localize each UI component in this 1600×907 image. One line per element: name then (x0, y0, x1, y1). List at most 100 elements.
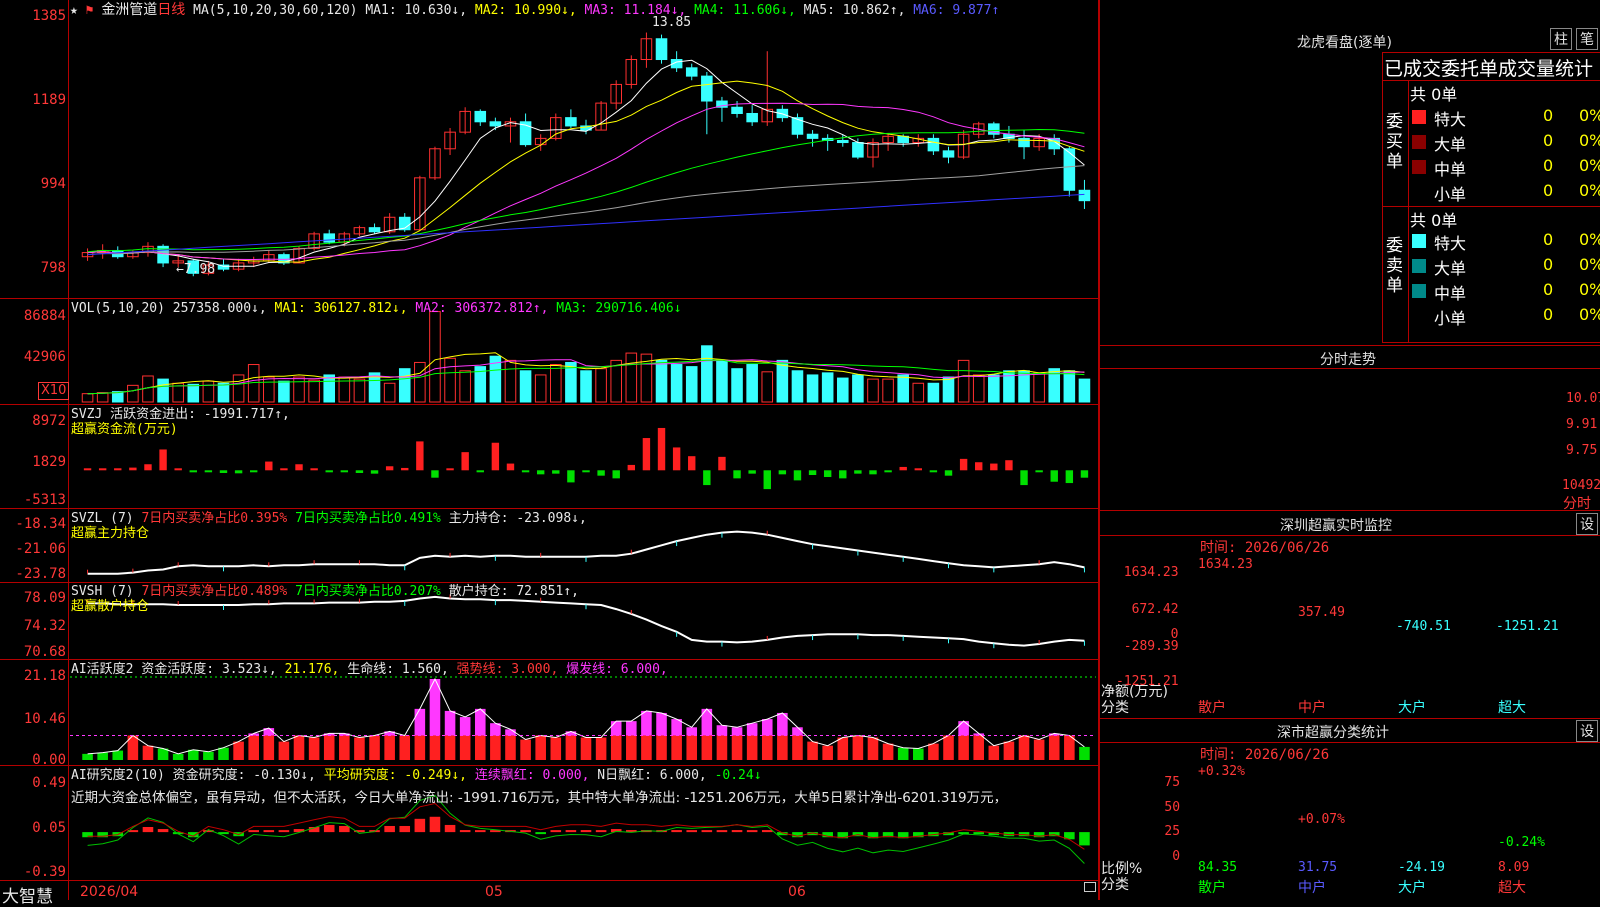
money-flow-bar (476, 470, 484, 473)
low-price-label: ←7.98 (176, 262, 216, 277)
candle-body (806, 133, 819, 139)
sz-ytick: -289.39 (1123, 639, 1179, 654)
research-bar (716, 830, 728, 833)
money-flow-bar (83, 468, 92, 471)
activity-bar (837, 737, 849, 760)
vol-unit-badge[interactable]: X10 (38, 382, 70, 400)
activity-bar (203, 751, 214, 760)
sz-settings-button[interactable]: 设 (1576, 513, 1598, 535)
sz-category-label: 大户 (1398, 700, 1426, 716)
money-flow-bar (461, 452, 469, 471)
volume-bar (1078, 378, 1091, 403)
money-flow-bar (854, 470, 862, 474)
brand-label[interactable]: 大智慧 (2, 882, 53, 907)
buy-row-2-color-swatch (1412, 160, 1426, 174)
activity-burst-bar (761, 719, 773, 736)
ai2-ytick-2: 0.05 (32, 820, 66, 836)
volume-bar (459, 370, 471, 403)
sz-value-label: 1634.23 (1198, 557, 1253, 572)
ma5-line (87, 165, 1085, 256)
buy-total: 共 0单 (1410, 85, 1458, 104)
research-bar (686, 830, 698, 833)
tick-mode-button[interactable]: 笔 (1576, 28, 1598, 50)
money-flow-bar (250, 470, 258, 473)
ss-settings-button[interactable]: 设 (1576, 720, 1598, 742)
svzj-value: 活跃资金进出: -1991.717↑, (110, 407, 290, 422)
candle-body (655, 38, 668, 61)
research-bar (1079, 832, 1090, 846)
buy-row-1-percent: 0% (1579, 131, 1600, 150)
candle-body (685, 67, 698, 77)
money-flow-bar (280, 468, 288, 471)
candle-body (836, 139, 849, 144)
money-flow-bar (597, 470, 605, 476)
date-axis-2: 05 (485, 884, 503, 900)
money-flow-bar (401, 467, 409, 471)
volume-bar (595, 368, 607, 403)
activity-bar (82, 753, 93, 760)
activity-burst-bar (958, 721, 969, 736)
vol-ma1: MA1: 306127.812↓, (274, 301, 408, 316)
lhb-border-bottom (1382, 342, 1600, 343)
svzj-ytick-3: -5313 (23, 492, 66, 508)
svzj-header: SVZJ 活跃资金进出: -1991.717↑, (71, 407, 290, 423)
ss-change-label: +0.07% (1298, 812, 1345, 827)
svsh-ytick-1: 78.09 (23, 590, 66, 606)
activity-bar (429, 735, 441, 760)
volume-bar (685, 366, 698, 403)
svsh-subtitle: 超赢散户持仓 (71, 599, 150, 614)
sz-ytick: -1251.21 (1116, 674, 1179, 689)
volume-bar (806, 374, 819, 403)
ss-ytick: 0 (1172, 849, 1181, 864)
buy-row-0-percent: 0% (1579, 106, 1600, 125)
lock-icon[interactable] (1084, 882, 1096, 892)
research-bar (535, 832, 546, 835)
activity-bar (671, 735, 682, 760)
activity-burst-bar (641, 710, 652, 736)
ss-border (1100, 742, 1600, 743)
activity-bar (97, 752, 108, 760)
kline-ytick-1: 1385 (32, 8, 66, 24)
volume-bar (127, 384, 139, 403)
research-bar (761, 830, 773, 833)
money-flow-bar (929, 470, 938, 473)
volume-bar (293, 376, 305, 403)
ss-value-label: 84.35 (1198, 860, 1238, 875)
candle-body (942, 150, 955, 158)
research-bar (429, 816, 441, 833)
buy-row-1-color-swatch (1412, 135, 1426, 149)
money-flow-bar (990, 463, 998, 471)
money-flow-bar (1005, 460, 1013, 471)
svsh-header: SVSH (7) 7日内买卖净占比0.489% 7日内买卖净占比0.207% 散… (71, 584, 579, 600)
buy-row-0-label: 特大 (1434, 110, 1467, 129)
ai2-comment: 近期大资金总体偏空，虽有异动，但不太活跃，今日大单净流出: -1991.716万… (71, 790, 1008, 806)
money-flow-bar (869, 470, 877, 475)
ss-value-label: 8.09 (1498, 860, 1530, 875)
bar-mode-button[interactable]: 柱 (1550, 28, 1572, 50)
activity-burst-bar (656, 712, 667, 736)
svzl-ytick-2: -21.06 (15, 541, 66, 557)
period-label[interactable]: 日线 (157, 2, 185, 18)
volume-bar (882, 378, 894, 403)
main-chart-canvas[interactable] (0, 0, 1100, 900)
money-flow-bar (446, 468, 454, 471)
vol-header: VOL(5,10,20) 257358.000↓, MA1: 306127.81… (71, 301, 682, 317)
activity-bar (142, 745, 154, 760)
sz-value-label: 357.49 (1298, 605, 1345, 621)
stock-name[interactable]: 金洲管道 (101, 2, 157, 18)
activity-burst-bar (414, 708, 426, 736)
research-bar (731, 830, 743, 833)
sell-total: 共 0单 (1410, 211, 1458, 230)
fs-ytick-1: 10.07 (1566, 391, 1600, 406)
star-icon[interactable]: ★ (70, 3, 78, 18)
money-flow-bar (657, 427, 666, 471)
svsh-position: 散户持仓: 72.851↑, (448, 584, 579, 599)
sz-xlabel: 分类 (1101, 700, 1129, 716)
high-price-label: 13.85 (652, 15, 692, 30)
lhb-border-left (1382, 52, 1383, 342)
buy-orders-label: 委买单 (1386, 112, 1403, 172)
research-bar (142, 827, 154, 833)
volume-bar (972, 374, 985, 403)
lhb-tabs[interactable]: 已成交委托单成交量统计 (1384, 54, 1600, 81)
pin-icon[interactable]: ⚑ (86, 3, 94, 18)
